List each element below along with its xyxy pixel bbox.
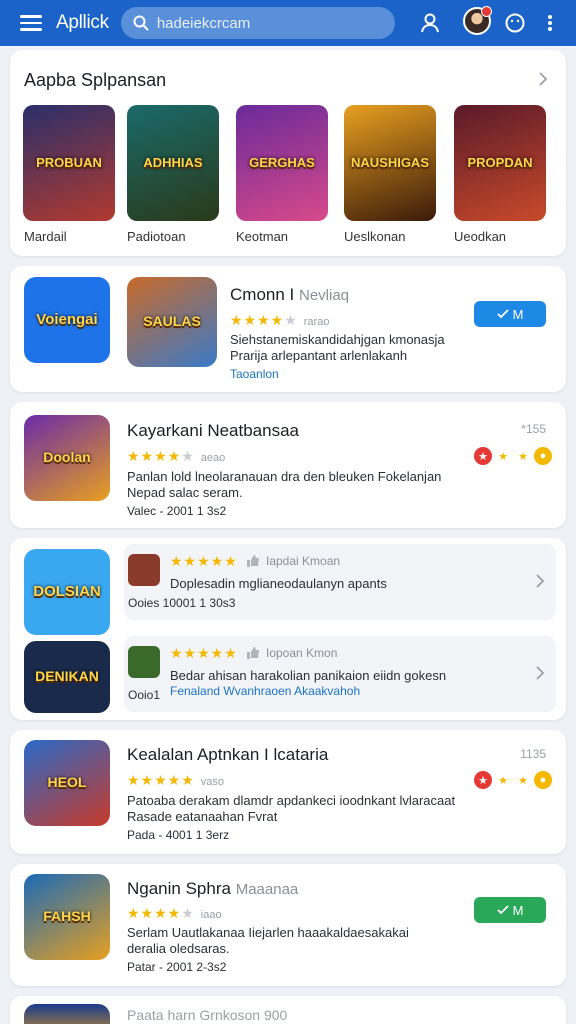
app-icon: HEOL xyxy=(24,740,110,826)
app-meta: Pada - 4001 1 3erz xyxy=(127,828,230,842)
star-rating: ★★★★★ xyxy=(170,645,238,661)
app-card-peek[interactable]: Paata harn Grnkoson 900 xyxy=(10,996,566,1024)
chevron-right-icon[interactable] xyxy=(536,666,545,685)
app-card[interactable]: HEOL Kealalan Aptnkan I lcataria 1135 ★★… xyxy=(10,730,566,854)
star-rating: ★★★★★ vaso xyxy=(127,772,225,788)
app-icon: SAULAS xyxy=(127,277,217,367)
app-icon xyxy=(24,1004,110,1024)
app-description-2: Prarija arlepantant arlenlakanh xyxy=(230,348,408,363)
app-meta: Ooies 10001 1 30s3 xyxy=(128,596,236,610)
tile-label: Padiotoan xyxy=(127,229,186,244)
app-tag: Iopoan Kmon xyxy=(246,646,337,660)
app-title: Cmonn I Nevliaq xyxy=(230,285,350,304)
section-title: Aapba Splpansan xyxy=(24,70,167,90)
app-title: Nganin Sphra Maaanaa xyxy=(127,879,299,898)
app-title: Kayarkani Neatbansaa xyxy=(127,421,300,440)
thumbs-up-icon xyxy=(247,555,259,567)
thumbs-up-icon xyxy=(247,647,259,659)
hamburger-menu-icon[interactable] xyxy=(20,12,42,34)
install-button[interactable]: M xyxy=(474,301,546,327)
app-description: Bedar ahisan harakolian panikaion eiidn … xyxy=(170,668,447,683)
star-rating: ★★★★★ iaao xyxy=(127,905,222,921)
notification-badge xyxy=(481,6,492,17)
app-description-2: deralia oledsaras. xyxy=(127,941,230,956)
featured-tile[interactable]: ADHHIAS xyxy=(127,105,219,221)
app-brand[interactable]: Apllick xyxy=(56,12,109,34)
app-card[interactable]: Voiengai SAULAS Cmonn I Nevliaq ★★★★★ rar… xyxy=(10,266,566,392)
tile-label: Mardail xyxy=(24,229,67,244)
app-description-2: Nepad salac seram. xyxy=(127,485,243,500)
star-rating: ★★★★★ aeao xyxy=(127,448,226,464)
app-description: Siehstanemiskandidahjgan kmonasja xyxy=(230,332,445,347)
app-title: Paata harn Grnkoson 900 xyxy=(127,1007,288,1023)
smiley-icon[interactable] xyxy=(501,9,529,37)
app-card[interactable]: Doolan Kayarkani Neatbansaa *155 ★★★★★ ae… xyxy=(10,402,566,528)
app-card[interactable]: FAHSH Nganin Sphra Maaanaa ★★★★★ iaao Ser… xyxy=(10,864,566,986)
install-icon xyxy=(496,905,509,915)
featured-section: Aapba Splpansan PROBUAN ADHHIAS GERGHAS … xyxy=(10,50,566,256)
app-link[interactable]: Taoanlon xyxy=(230,367,279,381)
app-logo: Voiengai xyxy=(24,277,110,363)
user-avatar[interactable] xyxy=(463,6,492,35)
app-title: Kealalan Aptnkan I lcataria xyxy=(127,745,329,764)
search-input[interactable] xyxy=(156,14,377,32)
app-tag: Iapdai Kmoan xyxy=(246,554,340,568)
app-meta: Patar - 2001 2-3s2 xyxy=(127,960,227,974)
badge-rating: ★ ★ ★ ● xyxy=(474,447,552,465)
chevron-right-icon[interactable] xyxy=(536,574,545,593)
app-card-group: DOLSIAN ★★★★★ Iapdai Kmoan Doplesadin mg… xyxy=(10,538,566,720)
featured-tile[interactable]: PROBUAN xyxy=(23,105,115,221)
tile-label: Ueodkan xyxy=(454,229,507,244)
app-description-2: Rasade eatanaahan Fvrat xyxy=(127,809,278,824)
search-bar[interactable] xyxy=(120,7,395,39)
profile-icon[interactable] xyxy=(416,9,444,37)
app-meta: Valec - 2001 1 3s2 xyxy=(127,504,227,518)
app-logo[interactable]: DOLSIAN xyxy=(24,549,110,635)
app-icon: Doolan xyxy=(24,415,110,501)
star-rating: ★★★★★ xyxy=(170,553,238,569)
tile-label: Ueslkonan xyxy=(344,229,406,244)
install-button[interactable]: M xyxy=(474,897,546,923)
app-description: Panlan lold lneolaranauan dra den bleuke… xyxy=(127,469,442,484)
install-icon xyxy=(496,309,509,319)
app-description: Serlam Uautlakanaa Iiejarlen haaakaldaes… xyxy=(127,925,409,940)
featured-tile[interactable]: GERGHAS xyxy=(236,105,328,221)
list-item[interactable]: ★★★★★ Iapdai Kmoan Doplesadin mglianeoda… xyxy=(124,544,556,620)
app-meta: Ooio1 xyxy=(128,688,161,702)
star-rating: ★★★★★ rarao xyxy=(230,312,330,328)
badge-rating: ★ ★ ★ ● xyxy=(474,771,552,789)
tile-label: Keotman xyxy=(236,229,289,244)
app-thumbnail xyxy=(128,646,160,678)
app-description: Patoaba derakam dlamdr apdankeci ioodnka… xyxy=(127,793,456,808)
app-count: 1135 xyxy=(520,747,546,761)
list-item[interactable]: ★★★★★ Iopoan Kmon Bedar ahisan harakolia… xyxy=(124,636,556,712)
app-description: Doplesadin mglianeodaulanyn apants xyxy=(170,576,387,591)
app-thumbnail xyxy=(128,554,160,586)
app-icon: FAHSH xyxy=(24,874,110,960)
featured-tile[interactable]: PROPDAN xyxy=(454,105,546,221)
chevron-right-icon[interactable] xyxy=(538,72,548,91)
app-logo[interactable]: DENIKAN xyxy=(24,641,110,713)
app-count: *155 xyxy=(521,422,546,436)
featured-tile[interactable]: NAUSHIGAS xyxy=(344,105,436,221)
more-vertical-icon[interactable] xyxy=(536,9,564,37)
search-icon xyxy=(133,15,149,31)
app-link[interactable]: Fenaland Wvanhraoen Akaakvahoh xyxy=(170,684,360,698)
